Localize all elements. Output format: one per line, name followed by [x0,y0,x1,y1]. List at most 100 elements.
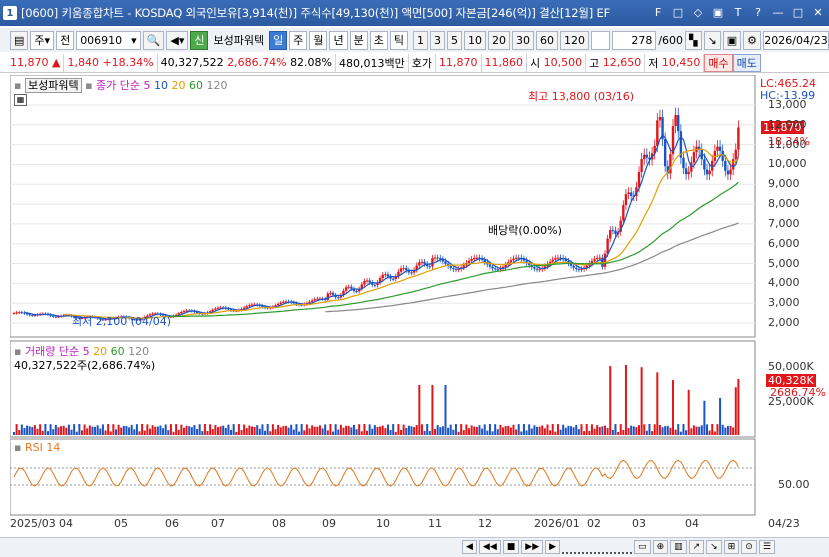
market-select[interactable]: 주 ▾ [30,30,55,50]
interval-5[interactable]: 5 [446,30,462,50]
period-month[interactable]: 월 [309,30,328,50]
zoom-fit-icon[interactable]: ▭ [634,540,651,554]
pin-icon[interactable]: ◇ [691,5,705,19]
close-icon[interactable]: ✕ [811,5,825,19]
tool-icon[interactable]: ↘ [703,30,721,50]
candle-body [373,284,377,286]
volume-bar [46,431,49,435]
volume-bar [462,430,465,435]
candle-body [214,308,217,310]
candle-body [331,292,335,295]
buy-button[interactable]: 매수 [704,53,733,72]
price-tick: 6,000 [768,236,800,250]
interval-120[interactable]: 120 [559,30,589,50]
stop-icon[interactable]: ■ [502,540,520,554]
low-label: 저 [648,56,659,70]
volume-bar [517,424,520,435]
candle-body [475,257,479,259]
interval-30[interactable]: 30 [511,30,534,50]
volume-bar [28,426,31,435]
layout-icon[interactable]: ▣ [711,5,725,19]
rewind-icon[interactable]: ◀◀ [478,540,501,554]
volume-bar [52,429,55,435]
window-title: [0600] 키움종합차트 - KOSDAQ 외국인보유[3,914(천)] 주… [21,6,610,20]
volume-bar [661,427,664,435]
volume-bar [708,430,711,435]
all-select[interactable]: 전 [56,30,75,50]
volume-bar [326,430,329,435]
ma5-line [24,134,739,320]
interval-1[interactable]: 1 [412,30,428,50]
candle-body [598,257,601,259]
volume-bar [593,428,596,435]
minimize-icon[interactable]: — [771,5,785,19]
interval-60[interactable]: 60 [535,30,558,50]
period-week[interactable]: 주 [289,30,308,50]
code-input[interactable]: 006910 ▾ [76,30,141,50]
search-icon[interactable]: 🔍 [142,30,165,50]
scroll-left-icon[interactable]: ◀ [462,540,477,554]
candle-body [310,300,314,302]
volume-bar [135,424,138,435]
period-tick[interactable]: 틱 [389,30,408,50]
sound-icon[interactable]: ◀▾ [166,30,189,50]
data-icon[interactable]: ▚ [685,30,702,50]
chart-type-icon[interactable]: ▤ [10,30,29,50]
help-icon[interactable]: ? [751,5,765,19]
volume-value: 40,327,522 2,686.74% 82.08% [158,53,337,72]
view-icon[interactable]: ⊞ [723,540,740,554]
price-tick: 9,000 [768,177,800,191]
interval-10[interactable]: 10 [463,30,486,50]
x-label-2026-01: 2026/01 [534,517,580,530]
volume-bar [685,430,688,435]
list-icon[interactable]: ☰ [758,540,775,554]
interval-20[interactable]: 20 [487,30,510,50]
interval-3[interactable]: 3 [429,30,445,50]
zoom-icon[interactable]: ⊙ [741,540,757,554]
volume-bar [381,425,384,435]
volume-bar [15,424,18,435]
candle-body [313,299,316,301]
chart-mode-icon[interactable]: ▥ [670,540,687,554]
count-input[interactable]: 278 [611,30,657,50]
market-label: 주 [34,34,45,47]
interval-custom-input[interactable] [590,30,610,50]
period-day[interactable]: 일 [269,30,288,50]
zoom-in-icon[interactable]: ⊕ [652,540,669,554]
volume-bar [415,425,418,435]
candle-body [658,117,662,121]
candle-body [684,168,688,175]
chart-svg[interactable] [10,75,823,537]
volume-bar [601,426,604,435]
restore-icon[interactable]: □ [671,5,685,19]
grid-icon[interactable]: ▦ [14,94,27,106]
trade-amount: 480,013백만 [336,53,409,72]
fast-forward-icon[interactable]: ▶▶ [521,540,544,554]
draw-icon[interactable]: ↗ [688,540,705,554]
chart-area[interactable]: ▪ 보성파워텍 ▪ 종가 단순 5 10 20 60 120 ▦ LC:465.… [10,75,826,537]
candle-body [391,278,395,280]
volume-bar [313,426,316,435]
candle-body [381,274,384,279]
volume-bar [538,426,541,435]
volume-bar [33,425,36,435]
trend-icon[interactable]: ↘ [706,540,722,554]
sell-button[interactable]: 매도 [732,53,761,72]
period-second[interactable]: 초 [369,30,388,50]
maximize-icon[interactable]: □ [791,5,805,19]
volume-bar [39,424,42,435]
scroll-right-icon[interactable]: ▶ [545,540,561,554]
volume-bar [729,426,732,435]
save-icon[interactable]: ▣ [722,30,742,50]
volume-bar [264,430,267,435]
date-input[interactable]: 2026/04/23 [763,30,829,50]
x-label-02: 02 [587,517,601,530]
period-year[interactable]: 년 [329,30,348,50]
volume-bar [287,427,290,435]
current-price: 11,870 ▲ [0,53,65,72]
period-minute[interactable]: 분 [349,30,368,50]
zoom-slider[interactable] [562,540,633,554]
text-icon[interactable]: T [731,5,745,19]
window-btn-f[interactable]: F [651,5,665,19]
settings-icon[interactable]: ⚙ [743,30,761,50]
